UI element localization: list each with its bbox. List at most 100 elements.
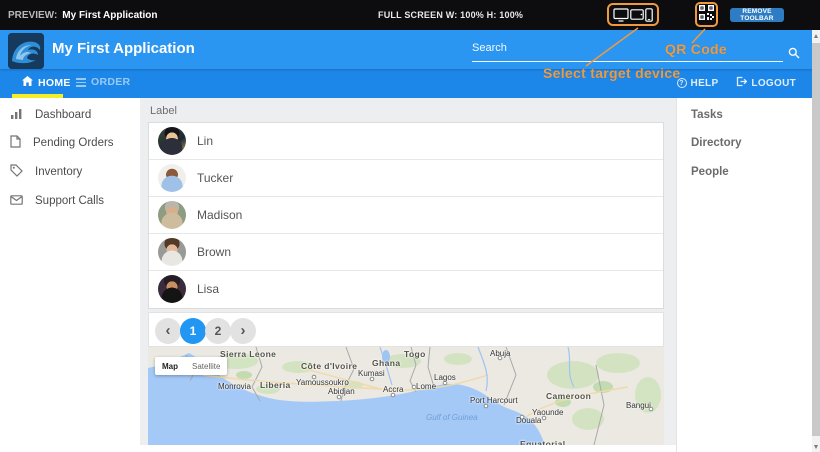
person-name: Lin [197, 134, 213, 148]
qr-code-button[interactable] [695, 2, 718, 27]
preview-label: PREVIEW: [8, 10, 57, 21]
help-label: HELP [691, 78, 719, 89]
logout-icon [736, 76, 747, 90]
list-column-header: Label [150, 105, 177, 117]
qr-code-icon [699, 5, 714, 25]
pagination-prev-button[interactable]: ‹ [155, 318, 181, 344]
map-button[interactable]: Map [155, 362, 185, 371]
map-label-accra: Accra [383, 385, 403, 394]
map-label-abidjan: Abidjan [328, 387, 355, 396]
scrollbar-thumb[interactable] [812, 43, 820, 436]
list-item-person[interactable]: Lisa [149, 271, 663, 308]
search-placeholder: Search [472, 42, 507, 54]
map-label-sierra-leone: Sierra Leone [220, 349, 276, 359]
search-input[interactable]: Search [472, 36, 783, 62]
avatar [158, 238, 186, 266]
sidebar-item-label: Pending Orders [33, 137, 114, 149]
avatar [158, 201, 186, 229]
sidebar-item-tasks[interactable]: Tasks [691, 109, 801, 127]
active-tab-underline [12, 94, 63, 98]
help-link[interactable]: ? HELP [677, 78, 719, 89]
list-item-person[interactable]: Lin [149, 123, 663, 160]
list-item-person[interactable]: Tucker [149, 160, 663, 197]
map-label-abuja: Abuja [490, 349, 510, 358]
scroll-down-arrow-icon[interactable] [814, 445, 818, 449]
annotation-select-target-device: Select target device [543, 65, 681, 81]
list-item-person[interactable]: Madison [149, 197, 663, 234]
person-name: Lisa [197, 282, 219, 296]
preview-app-name: My First Application [62, 10, 157, 21]
mail-icon [10, 195, 23, 208]
map-label-gulf-of-guinea: Gulf of Guinea [426, 413, 478, 422]
phone-icon[interactable] [645, 8, 653, 22]
annotation-qr-code: QR Code [665, 41, 727, 57]
people-list: Lin Tucker Madison Brown Lisa [148, 122, 664, 309]
map-label-monrovia: Monrovia [218, 382, 251, 391]
map-label-kumasi: Kumasi [358, 369, 385, 378]
map-label-lome: Lome [416, 382, 436, 391]
main-column: Label Lin Tucker Madison Brown [140, 98, 676, 452]
scroll-up-arrow-icon[interactable] [814, 34, 818, 38]
pagination-next-button[interactable]: › [230, 318, 256, 344]
desktop-icon[interactable] [613, 8, 629, 22]
pagination: ‹ 1 2 › [148, 312, 664, 347]
bar-chart-icon [10, 108, 23, 123]
avatar [158, 275, 186, 303]
preview-toolbar: PREVIEW: My First Application FULL SCREE… [0, 0, 820, 30]
map-label-bangui: Bangui [626, 401, 651, 410]
person-name: Brown [197, 245, 231, 259]
map-label-port-harcourt: Port Harcourt [470, 396, 518, 405]
pagination-page-2[interactable]: 2 [205, 318, 231, 344]
app-title: My First Application [52, 40, 195, 57]
tablet-icon[interactable] [630, 9, 644, 20]
target-device-selector [607, 3, 659, 26]
content-area: Dashboard Pending Orders Inventory Suppo… [0, 98, 820, 452]
app-preview-window: PREVIEW: My First Application FULL SCREE… [0, 0, 820, 452]
pagination-page-1[interactable]: 1 [180, 318, 206, 344]
sidebar-item-dashboard[interactable]: Dashboard [0, 103, 140, 127]
map-label-liberia: Liberia [260, 380, 291, 390]
remove-toolbar-button[interactable]: REMOVE TOOLBAR [730, 8, 784, 22]
document-icon [10, 135, 21, 151]
satellite-button[interactable]: Satellite [185, 362, 227, 371]
map-view[interactable]: Sierra Leone Côte d'Ivoire Ghana Togo Li… [148, 347, 664, 445]
logout-link[interactable]: LOGOUT [736, 76, 796, 90]
sidebar-item-inventory[interactable]: Inventory [0, 160, 140, 184]
tab-order[interactable]: ORDER [76, 76, 130, 89]
map-label-ghana: Ghana [372, 358, 400, 368]
app-nav-bar: HOME ORDER ? HELP LOGOUT [0, 69, 820, 98]
nav-right-links: ? HELP LOGOUT [677, 76, 796, 90]
vertical-scrollbar[interactable] [812, 30, 820, 452]
home-icon [22, 76, 33, 89]
map-label-togo: Togo [404, 349, 426, 359]
map-label-douala: Douala [516, 416, 541, 425]
logout-label: LOGOUT [751, 78, 796, 89]
wave-logo-icon [8, 33, 44, 69]
avatar [158, 127, 186, 155]
sidebar-item-label: Dashboard [35, 109, 91, 121]
left-sidebar: Dashboard Pending Orders Inventory Suppo… [0, 98, 140, 452]
person-name: Tucker [197, 171, 233, 185]
avatar [158, 164, 186, 192]
tab-home-label: HOME [38, 77, 71, 89]
map-type-control: Map Satellite [155, 357, 227, 375]
bottom-spacer [140, 445, 676, 452]
map-label-cameroon: Cameroon [546, 391, 591, 401]
tab-home[interactable]: HOME [22, 76, 71, 89]
list-item-person[interactable]: Brown [149, 234, 663, 271]
hamburger-icon [76, 76, 86, 89]
right-sidebar: Tasks Directory People [676, 98, 812, 452]
person-name: Madison [197, 208, 242, 222]
map-label-cote-divoire: Côte d'Ivoire [301, 361, 357, 371]
map-label-lagos: Lagos [434, 373, 456, 382]
sidebar-item-support-calls[interactable]: Support Calls [0, 189, 140, 213]
sidebar-item-pending-orders[interactable]: Pending Orders [0, 131, 140, 155]
fullscreen-size-text: FULL SCREEN W: 100% H: 100% [378, 0, 523, 30]
search-icon[interactable] [788, 46, 800, 64]
sidebar-item-people[interactable]: People [691, 166, 801, 184]
tab-order-label: ORDER [91, 76, 130, 88]
map-label-equatorial: Equatorial [520, 439, 566, 445]
preview-title: PREVIEW: My First Application [8, 0, 157, 30]
sidebar-item-directory[interactable]: Directory [691, 137, 801, 155]
tag-icon [10, 164, 23, 180]
